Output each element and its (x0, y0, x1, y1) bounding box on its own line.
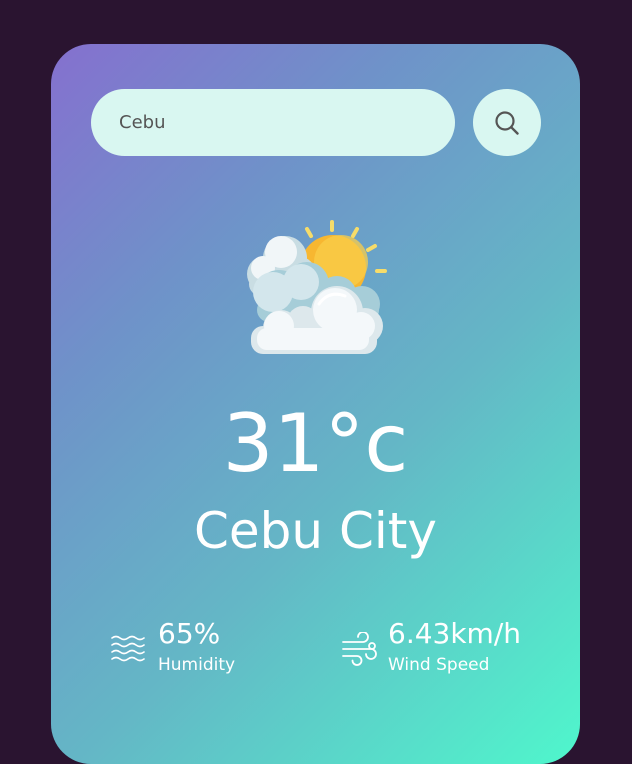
city-name: Cebu City (194, 502, 437, 560)
wind-label: Wind Speed (388, 655, 490, 675)
humidity-value: 65% (158, 617, 221, 650)
wind-icon (342, 632, 377, 666)
partly-cloudy-sun-icon (247, 220, 387, 354)
wind-value: 6.43km/h (388, 617, 522, 650)
humidity-detail: 65% Humidity (111, 620, 301, 680)
search-input[interactable] (91, 89, 455, 156)
humidity-label: Humidity (158, 655, 236, 675)
search-icon (495, 110, 519, 135)
search-button[interactable] (473, 89, 541, 156)
humidity-waves-icon (111, 635, 145, 662)
search-bar (91, 89, 541, 156)
wind-detail: 6.43km/h Wind Speed (341, 620, 541, 680)
temperature: 31°c (222, 397, 409, 490)
weather-card: 31°c Cebu City 65% Humidity 6.43km/h Win… (51, 44, 580, 764)
